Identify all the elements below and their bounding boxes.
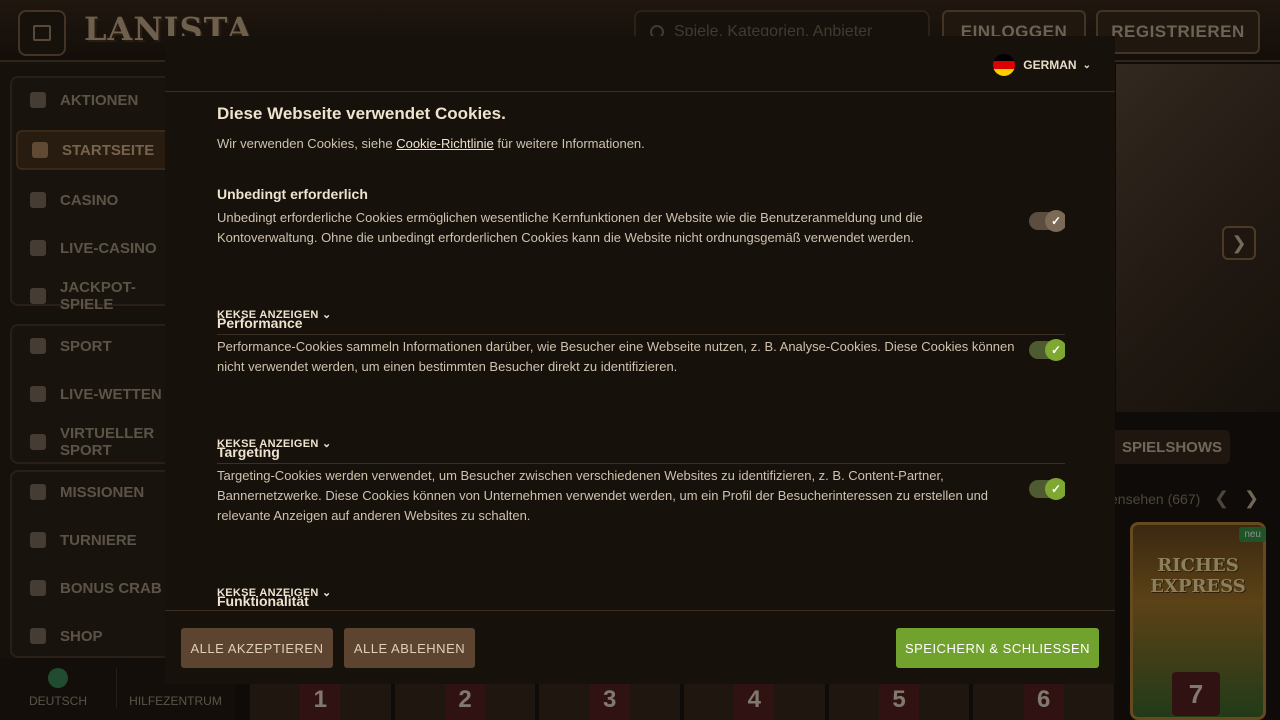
modal-body[interactable]: Diese Webseite verwendet Cookies. Wir ve…: [217, 92, 1065, 610]
cookie-section-title: Funktionalität: [217, 593, 309, 609]
cookie-section: Performance Performance-Cookies sammeln I…: [217, 315, 1065, 374]
cookie-section: Unbedingt erforderlich Unbedingt erforder…: [217, 186, 1065, 245]
cookie-section-description: Performance-Cookies sammeln Informatione…: [217, 339, 1015, 374]
intro-text-before: Wir verwenden Cookies, siehe: [217, 136, 397, 151]
modal-footer: ALLE AKZEPTIEREN ALLE ABLEHNEN SPEICHERN…: [165, 610, 1115, 684]
cookie-policy-link[interactable]: Cookie-Richtlinie: [396, 136, 494, 151]
cookie-section-title: Targeting: [217, 444, 280, 460]
section-divider: [217, 463, 1065, 464]
cookie-title: Diese Webseite verwendet Cookies.: [217, 104, 506, 123]
intro-text-after: für weitere Informationen.: [493, 136, 645, 151]
cookie-section-description: Targeting-Cookies werden verwendet, um B…: [217, 468, 989, 523]
checkmark-icon: ✓: [1045, 210, 1065, 232]
german-flag-icon: [993, 54, 1016, 76]
cookie-toggle: ✓: [1029, 210, 1065, 232]
save-and-close-button[interactable]: SPEICHERN & SCHLIESSEN: [896, 628, 1099, 668]
cookie-toggle[interactable]: ✓: [1029, 339, 1065, 361]
cookie-section-description: Unbedingt erforderliche Cookies ermöglic…: [217, 210, 923, 245]
cookie-toggle[interactable]: ✓: [1029, 478, 1065, 500]
cookie-section: Funktionalität: [217, 593, 1065, 609]
section-divider: [217, 334, 1065, 335]
language-select-label: GERMAN: [1023, 58, 1077, 72]
cookie-section-title: Unbedingt erforderlich: [217, 186, 368, 202]
accept-all-button[interactable]: ALLE AKZEPTIEREN: [181, 628, 333, 668]
cookie-modal: GERMAN ⌄ Diese Webseite verwendet Cookie…: [165, 36, 1115, 684]
reject-all-button[interactable]: ALLE ABLEHNEN: [344, 628, 475, 668]
language-select[interactable]: GERMAN ⌄: [993, 54, 1091, 76]
checkmark-icon: ✓: [1045, 478, 1065, 500]
checkmark-icon: ✓: [1045, 339, 1065, 361]
cookie-intro: Wir verwenden Cookies, siehe Cookie-Rich…: [217, 136, 645, 151]
modal-header: GERMAN ⌄: [165, 36, 1115, 92]
cookie-section: Targeting Targeting-Cookies werden verwen…: [217, 444, 1065, 523]
chevron-down-icon: ⌄: [1082, 59, 1091, 71]
cookie-section-title: Performance: [217, 315, 303, 331]
